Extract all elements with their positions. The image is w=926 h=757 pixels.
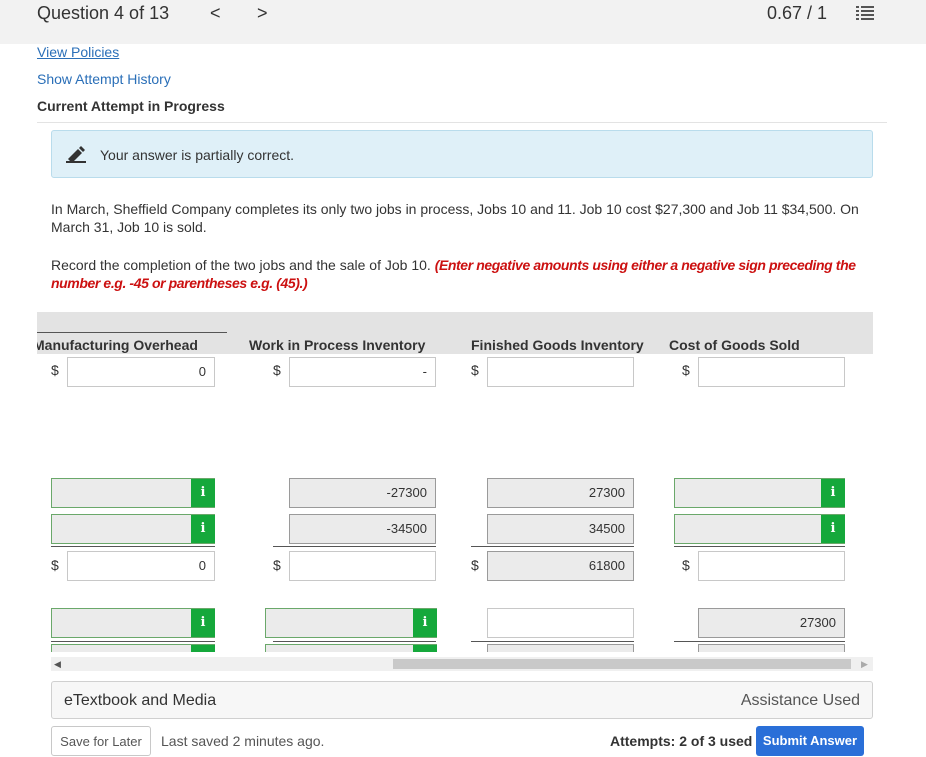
scroll-left-arrow-icon[interactable]: ◀ <box>54 659 61 670</box>
submit-answer-button[interactable]: Submit Answer <box>756 726 864 756</box>
assistance-used-label: Assistance Used <box>740 692 860 709</box>
currency-symbol: $ <box>682 362 690 378</box>
total-line <box>51 546 215 547</box>
cogs-sale-input[interactable]: 27300 <box>698 608 845 638</box>
question-score: 0.67 / 1 <box>767 3 828 23</box>
account-title-work-in-process: Work in Process Inventory <box>249 337 426 353</box>
currency-symbol: $ <box>471 362 479 378</box>
wip-sale-input[interactable] <box>265 608 437 638</box>
total-line <box>273 641 436 642</box>
total-line <box>674 641 845 642</box>
info-icon[interactable]: i <box>191 645 215 652</box>
current-attempt-label: Current Attempt in Progress <box>37 98 225 114</box>
currency-symbol: $ <box>273 362 281 378</box>
t-accounts-panel: Manufacturing Overhead Work in Process I… <box>37 312 873 652</box>
currency-symbol: $ <box>273 557 281 573</box>
info-icon[interactable]: i <box>191 479 215 507</box>
currency-symbol: $ <box>471 557 479 573</box>
alert-message: Your answer is partially correct. <box>100 147 295 163</box>
wip-subtotal-input[interactable] <box>289 551 436 581</box>
fg-sale-input[interactable] <box>487 608 634 638</box>
total-line <box>471 546 634 547</box>
fg-subtotal-input[interactable]: 61800 <box>487 551 634 581</box>
previous-question-button[interactable]: < <box>210 3 221 24</box>
info-icon[interactable]: i <box>191 515 215 543</box>
cogs-entry-2-input[interactable] <box>674 514 845 544</box>
currency-symbol: $ <box>682 650 690 652</box>
view-policies-link[interactable]: View Policies <box>37 44 119 60</box>
currency-symbol: $ <box>249 650 257 652</box>
question-text: In March, Sheffield Company completes it… <box>51 201 859 235</box>
wip-entry-2-input[interactable]: -34500 <box>289 514 436 544</box>
show-attempt-history-link[interactable]: Show Attempt History <box>37 71 171 87</box>
fg-entry-2-input[interactable]: 34500 <box>487 514 634 544</box>
save-for-later-button[interactable]: Save for Later <box>51 726 151 756</box>
wip-entry-1-input[interactable]: -27300 <box>289 478 436 508</box>
cogs-beginning-input[interactable] <box>698 357 845 387</box>
cogs-ending-input[interactable]: 27300 <box>698 644 845 652</box>
total-line <box>51 641 215 642</box>
question-list-icon[interactable] <box>856 5 874 21</box>
etextbook-label: eTextbook and Media <box>64 692 217 709</box>
fg-ending-input[interactable]: 34500 <box>487 644 634 652</box>
instruction-text: Record the completion of the two jobs an… <box>51 257 435 273</box>
account-title-finished-goods: Finished Goods Inventory <box>471 337 644 353</box>
currency-symbol: $ <box>682 557 690 573</box>
wip-ending-input[interactable] <box>265 644 437 652</box>
currency-symbol: $ <box>51 557 59 573</box>
t-line-mo <box>37 332 227 333</box>
question-page: View Policies Show Attempt History Curre… <box>37 44 887 756</box>
fg-beginning-input[interactable] <box>487 357 634 387</box>
question-counter: Question 4 of 13 <box>37 3 170 23</box>
info-icon[interactable]: i <box>191 609 215 637</box>
info-icon[interactable]: i <box>413 645 437 652</box>
currency-symbol: $ <box>51 362 59 378</box>
header-divider <box>37 122 887 123</box>
account-title-cost-of-goods-sold: Cost of Goods Sold <box>669 337 800 353</box>
total-line <box>273 546 436 547</box>
partial-correct-alert: Your answer is partially correct. <box>51 130 873 178</box>
currency-symbol: $ <box>471 650 479 652</box>
question-header: Question 4 of 13 < > 0.67 / 1 <box>0 0 926 44</box>
next-question-button[interactable]: > <box>257 3 268 24</box>
account-title-manufacturing-overhead: Manufacturing Overhead <box>37 337 198 353</box>
mo-subtotal-input[interactable]: 0 <box>67 551 215 581</box>
total-line <box>674 546 845 547</box>
info-icon[interactable]: i <box>821 479 845 507</box>
cogs-subtotal-input[interactable] <box>698 551 845 581</box>
mo-beginning-input[interactable]: 0 <box>67 357 215 387</box>
fg-entry-1-input[interactable]: 27300 <box>487 478 634 508</box>
info-icon[interactable]: i <box>821 515 845 543</box>
scrollbar-thumb[interactable] <box>393 659 851 669</box>
horizontal-scrollbar[interactable]: ◀ ▶ <box>51 657 873 671</box>
cogs-entry-1-input[interactable] <box>674 478 845 508</box>
wip-beginning-input[interactable]: - <box>289 357 436 387</box>
info-icon[interactable]: i <box>413 609 437 637</box>
etextbook-media-panel[interactable]: eTextbook and Media Assistance Used <box>51 681 873 719</box>
pencil-icon <box>66 146 86 163</box>
total-line <box>471 641 634 642</box>
question-instruction: Record the completion of the two jobs an… <box>51 256 881 292</box>
scroll-right-arrow-icon[interactable]: ▶ <box>861 659 868 670</box>
